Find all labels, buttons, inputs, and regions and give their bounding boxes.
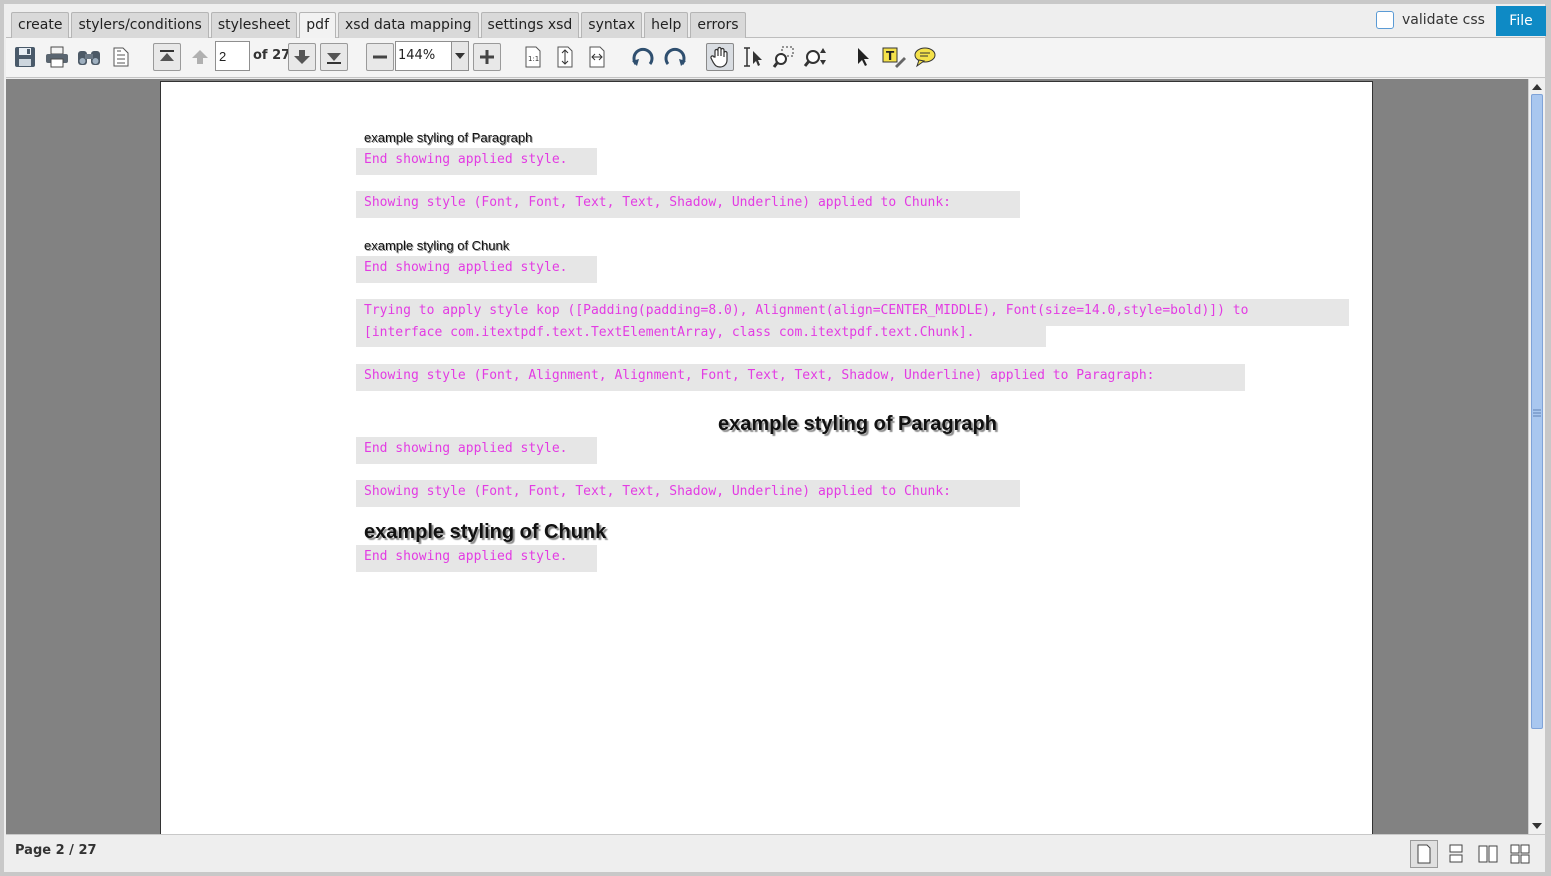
- vertical-scrollbar[interactable]: [1528, 79, 1545, 834]
- comment-icon[interactable]: [911, 43, 939, 71]
- pan-tool-icon[interactable]: [706, 43, 734, 71]
- print-icon[interactable]: [43, 43, 71, 71]
- tab-bar: create stylers/conditions stylesheet pdf…: [6, 6, 1546, 38]
- error-message-line-2: [interface com.itextpdf.text.TextElement…: [364, 325, 975, 340]
- last-page-icon[interactable]: [320, 43, 348, 71]
- first-page-icon[interactable]: [153, 43, 181, 71]
- zoom-select[interactable]: 144%: [395, 41, 469, 71]
- rotate-left-icon[interactable]: [629, 43, 657, 71]
- tab-create[interactable]: create: [11, 12, 70, 38]
- svg-text:T: T: [886, 49, 895, 63]
- scrollbar-thumb[interactable]: [1531, 94, 1543, 729]
- tab-help[interactable]: help: [644, 12, 689, 38]
- error-message-line-1: Trying to apply style kop ([Padding(padd…: [364, 303, 1249, 318]
- save-icon[interactable]: [11, 43, 39, 71]
- dynamic-zoom-icon[interactable]: [802, 43, 830, 71]
- tab-errors[interactable]: errors: [690, 12, 746, 38]
- showing-style-message: Showing style (Font, Font, Text, Text, S…: [364, 195, 951, 210]
- text-select-icon[interactable]: [738, 43, 766, 71]
- sample-chunk-big: example styling of Chunk: [364, 521, 607, 543]
- continuous-view-icon[interactable]: [1442, 840, 1470, 868]
- previous-page-icon[interactable]: [186, 43, 214, 71]
- pdf-toolbar: of 27 144% 1:1: [6, 38, 1545, 78]
- sample-chunk-small: example styling of Chunk: [364, 238, 510, 253]
- text-annotation-icon[interactable]: T: [880, 43, 908, 71]
- marquee-zoom-icon[interactable]: [770, 43, 798, 71]
- zoom-out-icon[interactable]: [366, 43, 394, 71]
- fit-page-icon[interactable]: [551, 43, 579, 71]
- page-number-input[interactable]: [215, 41, 250, 71]
- tab-stylers-conditions[interactable]: stylers/conditions: [71, 12, 209, 38]
- next-page-icon[interactable]: [288, 43, 316, 71]
- showing-style-message: Showing style (Font, Alignment, Alignmen…: [364, 368, 1155, 383]
- fit-width-icon[interactable]: [583, 43, 611, 71]
- zoom-in-icon[interactable]: [473, 43, 501, 71]
- actual-size-icon[interactable]: 1:1: [519, 43, 547, 71]
- tab-xsd-data-mapping[interactable]: xsd data mapping: [338, 12, 479, 38]
- scroll-up-icon[interactable]: [1531, 80, 1543, 94]
- tab-stylesheet[interactable]: stylesheet: [210, 12, 298, 38]
- validate-css-label: validate css: [1402, 12, 1485, 28]
- svg-text:1:1: 1:1: [528, 55, 539, 63]
- validate-css-toggle[interactable]: validate css: [1376, 11, 1485, 29]
- pdf-page: example styling of Paragraph End showing…: [160, 81, 1373, 834]
- chevron-down-icon[interactable]: [451, 42, 468, 70]
- tabs: create stylers/conditions stylesheet pdf…: [11, 12, 748, 38]
- sample-paragraph-big: example styling of Paragraph: [718, 413, 997, 435]
- document-properties-icon[interactable]: [107, 43, 135, 71]
- single-page-view-icon[interactable]: [1410, 840, 1438, 868]
- sample-paragraph-small: example styling of Paragraph: [364, 130, 533, 145]
- scroll-down-icon[interactable]: [1531, 819, 1543, 833]
- showing-style-message: Showing style (Font, Font, Text, Text, S…: [364, 484, 951, 499]
- end-style-message: End showing applied style.: [364, 549, 568, 564]
- select-arrow-icon[interactable]: [848, 43, 876, 71]
- zoom-value: 144%: [398, 48, 436, 63]
- continuous-facing-view-icon[interactable]: [1506, 840, 1534, 868]
- tab-pdf[interactable]: pdf: [299, 12, 336, 38]
- search-binoculars-icon[interactable]: [75, 43, 103, 71]
- end-style-message: End showing applied style.: [364, 152, 568, 167]
- rotate-right-icon[interactable]: [661, 43, 689, 71]
- facing-pages-view-icon[interactable]: [1474, 840, 1502, 868]
- page-count-label: of 27: [253, 48, 291, 63]
- file-menu-button[interactable]: File: [1496, 6, 1546, 36]
- validate-css-checkbox[interactable]: [1376, 11, 1394, 29]
- tab-settings-xsd[interactable]: settings xsd: [480, 12, 580, 38]
- page-status: Page 2 / 27: [15, 843, 97, 858]
- tab-syntax[interactable]: syntax: [581, 12, 643, 38]
- pdf-viewer[interactable]: example styling of Paragraph End showing…: [6, 79, 1528, 834]
- status-bar: Page 2 / 27: [6, 834, 1545, 870]
- end-style-message: End showing applied style.: [364, 441, 568, 456]
- end-style-message: End showing applied style.: [364, 260, 568, 275]
